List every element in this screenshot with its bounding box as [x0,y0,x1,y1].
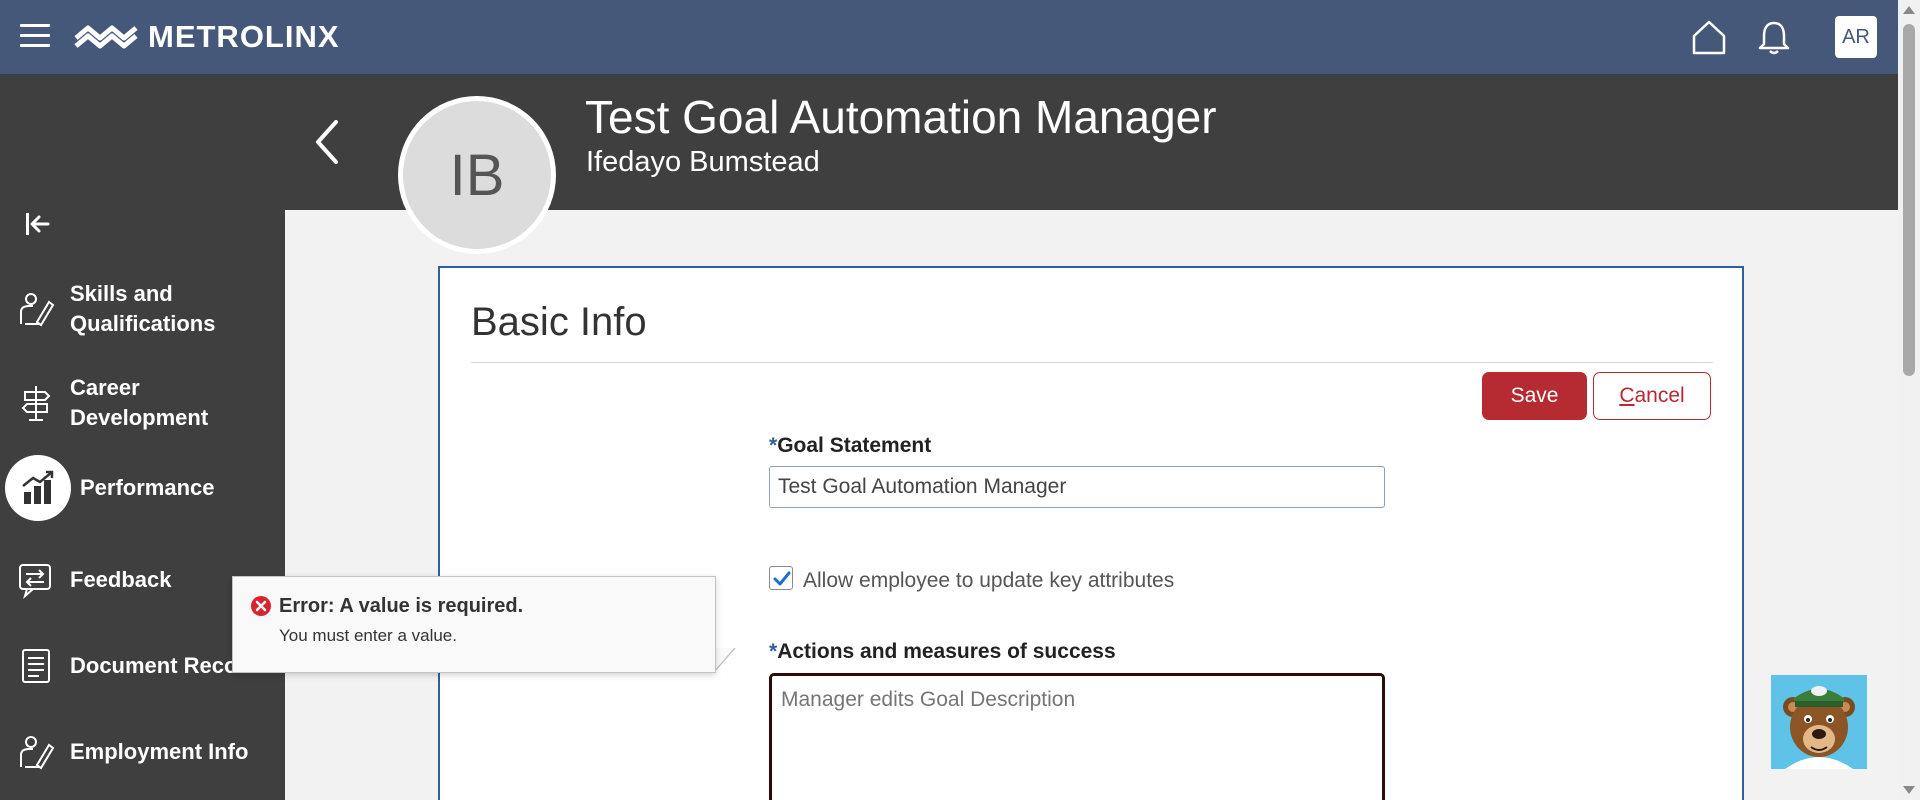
sidebar-item-performance[interactable]: Performance [0,455,285,521]
metrolinx-logo[interactable]: METROLINX [74,18,340,56]
actions-label: *Actions and measures of success [769,640,1116,664]
assistant-bear-button[interactable] [1771,675,1867,769]
sidebar-item-label: Employment Info [70,739,249,764]
sidebar-item-career[interactable]: Career Development [0,373,285,433]
required-marker: * [769,640,778,663]
sidebar-item-label: Development [70,405,209,430]
bell-icon[interactable] [1756,18,1792,56]
goal-statement-input[interactable] [769,466,1385,508]
required-marker: * [769,434,778,457]
goal-statement-label-text: Goal Statement [777,434,932,457]
checkmark-icon [773,571,791,586]
page-title: Test Goal Automation Manager [585,91,1217,143]
sidebar-item-label: Feedback [70,567,172,592]
scroll-thumb[interactable] [1903,24,1915,376]
sidebar-item-employment[interactable]: Employment Info [0,733,285,771]
sidebar-item-skills[interactable]: Skills and Qualifications [0,279,285,339]
skills-icon [20,293,55,327]
divider [471,362,1713,363]
metrolinx-logo-mark [74,25,138,49]
error-title: Error: A value is required. [279,595,524,617]
performance-icon-badge [5,455,71,521]
goal-statement-label: *Goal Statement [769,434,931,458]
scroll-up-arrow[interactable] [1903,6,1915,14]
menu-icon[interactable] [20,24,50,50]
user-avatar[interactable]: AR [1835,16,1877,58]
collapse-left-icon[interactable] [24,210,52,238]
employee-name: Ifedayo Bumstead [586,146,820,178]
top-bar: METROLINX AR [0,0,1898,74]
profile-avatar: IB [398,96,556,254]
error-detail: You must enter a value. [279,626,457,645]
home-icon[interactable] [1690,18,1728,56]
back-chevron-icon[interactable] [312,118,342,166]
sidebar-item-label: Skills and [70,281,173,306]
cancel-button[interactable]: Cancel [1593,372,1711,420]
page-scrollbar[interactable] [1898,0,1920,800]
document-icon [22,649,50,683]
allow-update-label[interactable]: Allow employee to update key attributes [803,569,1174,593]
signpost-icon [21,386,51,421]
cancel-accesskey: C [1619,384,1635,407]
section-title: Basic Info [471,300,647,344]
actions-label-text: Actions and measures of success [777,640,1116,663]
performance-chart-icon [22,470,54,504]
brand-name: METROLINX [148,19,340,54]
actions-textarea[interactable] [769,673,1385,800]
bear-mascot-icon [1771,675,1867,769]
scroll-down-arrow[interactable] [1903,786,1915,794]
cancel-label-rest: ancel [1634,384,1685,407]
sidebar-item-label: Career [70,375,140,400]
save-button[interactable]: Save [1482,372,1587,420]
allow-update-checkbox[interactable] [769,566,793,590]
error-message-popup: Error: A value is required. You must ent… [232,576,716,673]
basic-info-card: Basic Info Save Cancel *Goal Statement A… [438,266,1744,800]
error-popup-pointer-fill [714,648,734,671]
sidebar-item-label: Performance [80,475,215,500]
employment-icon [20,736,55,770]
sidebar-item-label: Qualifications [70,311,216,336]
sidebar [0,74,285,800]
error-icon [251,596,271,616]
feedback-icon [19,564,51,599]
